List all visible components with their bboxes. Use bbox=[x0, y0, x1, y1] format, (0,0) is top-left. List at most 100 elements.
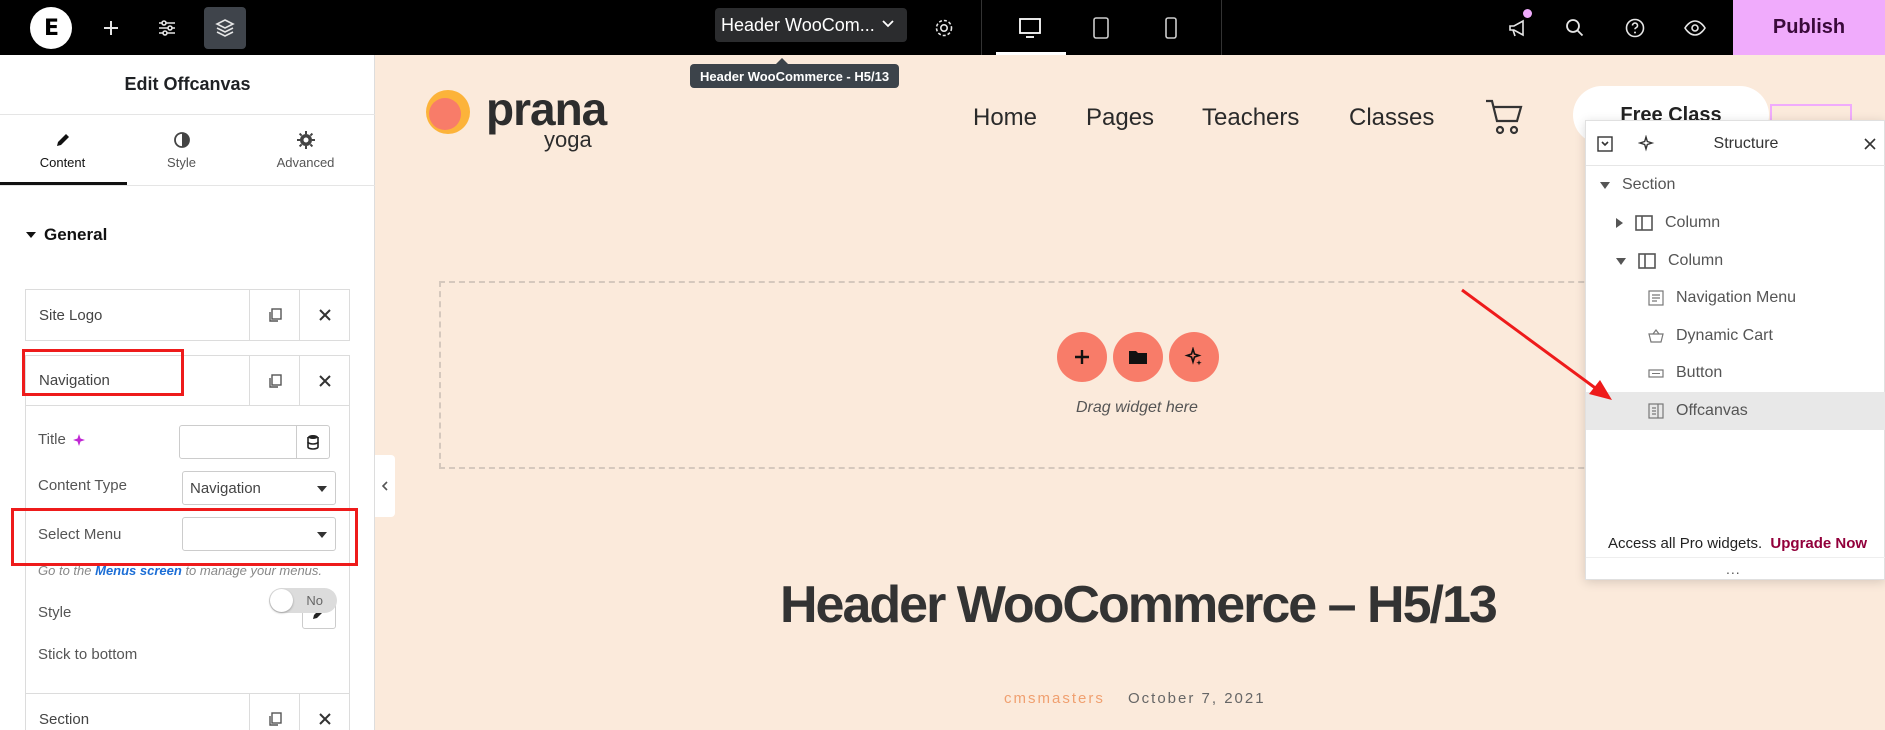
add-template-button[interactable] bbox=[1113, 332, 1163, 382]
button-widget-icon bbox=[1648, 365, 1664, 381]
plus-icon bbox=[104, 20, 118, 35]
desktop-icon bbox=[1019, 17, 1041, 38]
ai-sparkle-icon bbox=[1184, 347, 1202, 366]
notification-dot bbox=[1523, 9, 1532, 18]
remove-button[interactable] bbox=[299, 290, 349, 340]
notifications-button[interactable] bbox=[1500, 0, 1536, 55]
repeater-item-label: Site Logo bbox=[39, 306, 103, 324]
close-icon[interactable] bbox=[1863, 137, 1877, 151]
tab-label: Style bbox=[167, 155, 196, 170]
repeater-item-section[interactable]: Section bbox=[25, 693, 350, 730]
structure-item-label: Offcanvas bbox=[1676, 402, 1748, 419]
help-icon bbox=[1625, 18, 1645, 37]
document-title-dropdown[interactable]: Header WooCom... bbox=[715, 8, 907, 42]
preview-button[interactable] bbox=[1677, 0, 1713, 55]
copy-icon bbox=[268, 712, 282, 726]
search-button[interactable] bbox=[1557, 0, 1593, 55]
annotation-highlight-navigation bbox=[22, 349, 184, 396]
sliders-icon bbox=[159, 19, 175, 36]
nav-link-classes[interactable]: Classes bbox=[1349, 104, 1434, 132]
ai-builder-button[interactable] bbox=[1169, 332, 1219, 382]
stick-to-bottom-toggle[interactable]: No bbox=[269, 588, 337, 613]
structure-item-button[interactable]: Button bbox=[1586, 354, 1885, 392]
duplicate-button[interactable] bbox=[249, 356, 299, 405]
chevron-left-icon bbox=[381, 481, 388, 491]
close-icon bbox=[318, 309, 331, 321]
structure-item-column[interactable]: Column bbox=[1586, 242, 1885, 280]
structure-item-label: Column bbox=[1665, 214, 1721, 231]
desktop-view-button[interactable] bbox=[1010, 0, 1050, 55]
search-icon bbox=[1566, 18, 1584, 36]
structure-header[interactable]: Structure bbox=[1586, 121, 1885, 166]
structure-item-section[interactable]: Section bbox=[1586, 166, 1885, 204]
title-input[interactable] bbox=[179, 425, 297, 459]
caret-down-icon bbox=[317, 486, 327, 492]
structure-item-column[interactable]: Column bbox=[1586, 204, 1885, 242]
pencil-icon bbox=[56, 134, 69, 146]
page-settings-button[interactable] bbox=[926, 0, 962, 55]
copy-icon bbox=[268, 373, 282, 388]
structure-item-label: Dynamic Cart bbox=[1676, 327, 1773, 344]
tab-style[interactable]: Style bbox=[119, 115, 244, 186]
offcanvas-widget-icon bbox=[1648, 403, 1664, 419]
repeater-item-label: Section bbox=[39, 710, 90, 728]
remove-button[interactable] bbox=[299, 694, 349, 730]
stick-to-bottom-label: Stick to bottom bbox=[38, 646, 138, 663]
elementor-logo[interactable]: E bbox=[30, 7, 72, 49]
structure-item-navigation-menu[interactable]: Navigation Menu bbox=[1586, 279, 1885, 317]
column-icon bbox=[1638, 253, 1656, 269]
style-label: Style bbox=[38, 604, 72, 621]
close-icon bbox=[318, 713, 331, 725]
structure-button[interactable] bbox=[204, 0, 246, 55]
panel-title: Edit Offcanvas bbox=[0, 55, 375, 115]
control-label: Title bbox=[38, 431, 66, 448]
annotation-highlight-select-menu bbox=[11, 508, 358, 566]
nav-link-pages[interactable]: Pages bbox=[1086, 104, 1154, 132]
upgrade-now-link[interactable]: Upgrade Now bbox=[1770, 535, 1867, 552]
tab-advanced[interactable]: Advanced bbox=[243, 115, 368, 186]
help-button[interactable] bbox=[1617, 0, 1653, 55]
tab-content[interactable]: Content bbox=[0, 115, 125, 186]
brand-subtitle: yoga bbox=[544, 127, 592, 152]
cart-icon[interactable] bbox=[1484, 98, 1524, 136]
structure-item-label: Section bbox=[1622, 176, 1676, 193]
repeater-item-site-logo[interactable]: Site Logo bbox=[25, 289, 350, 341]
add-element-button[interactable] bbox=[94, 0, 128, 55]
tablet-icon bbox=[1093, 16, 1109, 39]
structure-item-offcanvas[interactable]: Offcanvas bbox=[1586, 392, 1885, 430]
remove-button[interactable] bbox=[299, 356, 349, 405]
ai-sparkle-icon[interactable] bbox=[72, 433, 86, 447]
active-device-indicator bbox=[996, 52, 1066, 55]
resize-grip[interactable]: ... bbox=[1726, 561, 1741, 577]
nav-link-teachers[interactable]: Teachers bbox=[1202, 104, 1299, 132]
close-icon bbox=[318, 374, 331, 387]
title-control-label: Title bbox=[38, 431, 86, 448]
divider bbox=[1586, 557, 1885, 558]
megaphone-icon bbox=[1509, 19, 1524, 36]
eye-icon bbox=[1684, 19, 1706, 36]
section-general-toggle[interactable]: General bbox=[26, 225, 107, 245]
brand-name[interactable]: prana bbox=[486, 86, 607, 132]
gear-icon bbox=[935, 19, 953, 36]
caret-down-icon bbox=[1600, 181, 1610, 189]
structure-navigator: Structure Section Column Column Navigati… bbox=[1585, 120, 1885, 580]
structure-item-dynamic-cart[interactable]: Dynamic Cart bbox=[1586, 317, 1885, 355]
caret-down-icon bbox=[1616, 257, 1626, 265]
publish-button[interactable]: Publish bbox=[1733, 0, 1885, 55]
mobile-view-button[interactable] bbox=[1151, 0, 1191, 55]
menu-widget-icon bbox=[1648, 290, 1664, 306]
tab-label: Advanced bbox=[276, 155, 335, 170]
document-title: Header WooCom... bbox=[721, 14, 875, 35]
divider bbox=[981, 0, 982, 55]
tablet-view-button[interactable] bbox=[1081, 0, 1121, 55]
duplicate-button[interactable] bbox=[249, 290, 299, 340]
post-author[interactable]: cmsmasters bbox=[1004, 690, 1105, 707]
content-type-select[interactable]: Navigation bbox=[182, 471, 336, 505]
dynamic-tags-button[interactable] bbox=[296, 425, 330, 459]
duplicate-button[interactable] bbox=[249, 694, 299, 730]
database-icon bbox=[307, 435, 319, 450]
nav-link-home[interactable]: Home bbox=[973, 104, 1037, 132]
collapse-panel-button[interactable] bbox=[375, 455, 395, 517]
add-section-button[interactable] bbox=[1057, 332, 1107, 382]
site-settings-button[interactable] bbox=[150, 0, 184, 55]
